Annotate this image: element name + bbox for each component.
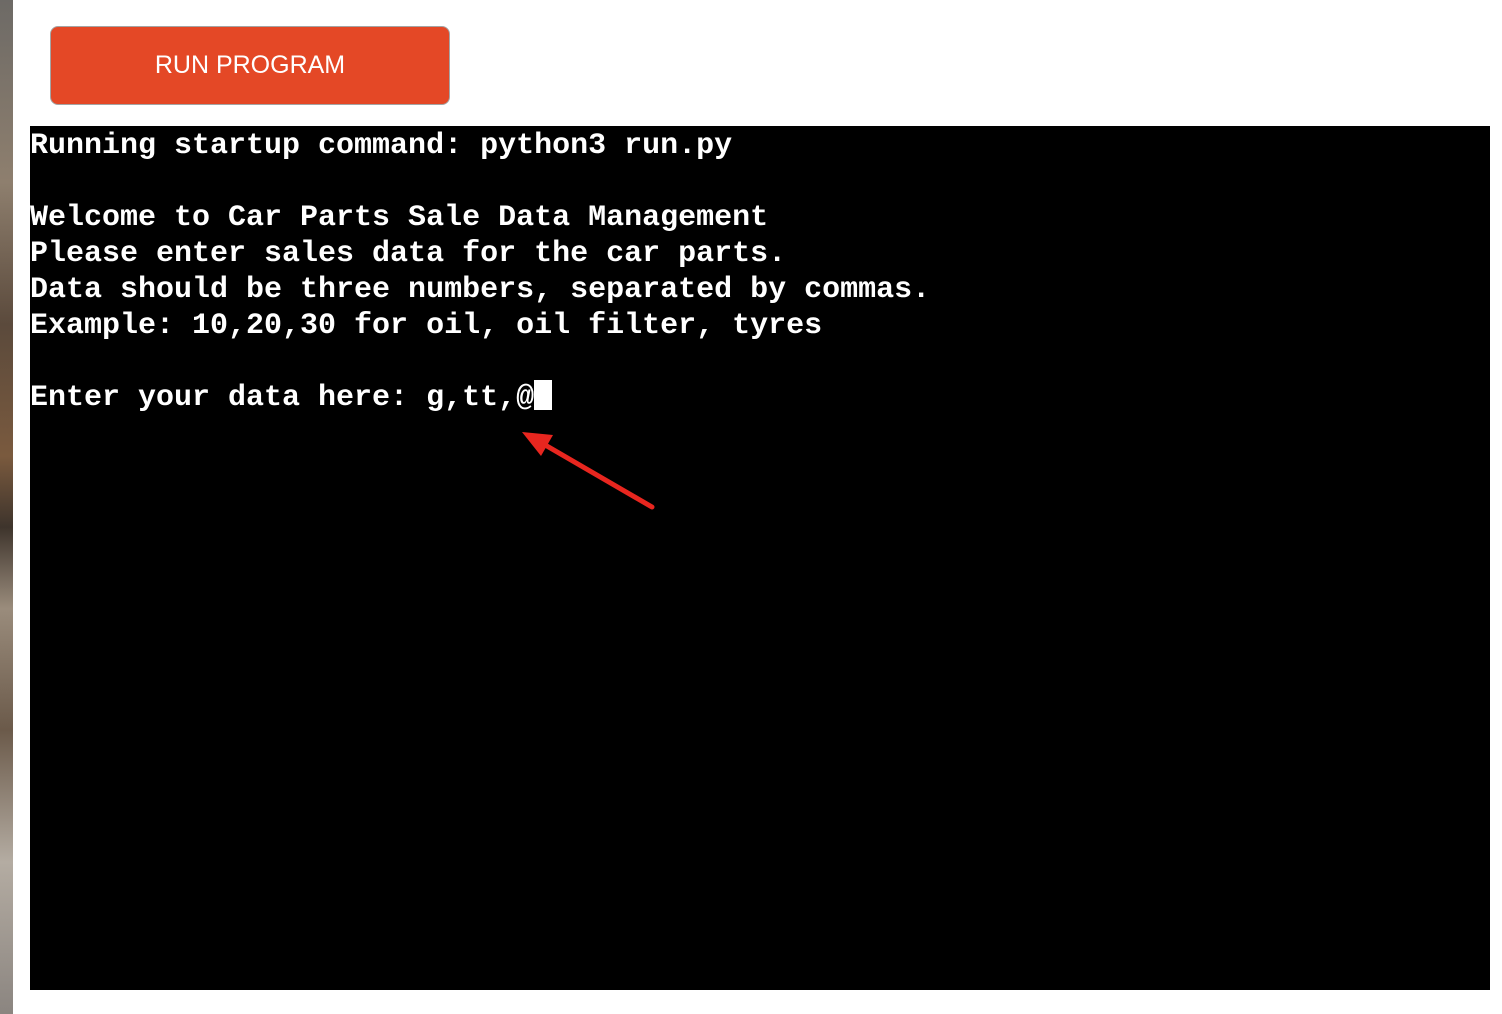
page: RUN PROGRAM Running startup command: pyt… (0, 0, 1502, 1014)
terminal-line-startup: Running startup command: python3 run.py (30, 129, 733, 163)
terminal-prompt: Enter your data here: (30, 381, 427, 415)
terminal-input-value[interactable]: g,tt,@ (426, 381, 534, 415)
terminal-line-instruction: Please enter sales data for the car part… (30, 237, 787, 271)
terminal-cursor (534, 380, 553, 410)
terminal-line-welcome: Welcome to Car Parts Sale Data Managemen… (30, 201, 769, 235)
run-program-label: RUN PROGRAM (154, 51, 346, 79)
terminal[interactable]: Running startup command: python3 run.py … (30, 126, 1490, 990)
run-program-button[interactable]: RUN PROGRAM (50, 26, 450, 105)
terminal-input-line[interactable]: Enter your data here: g,tt,@ (30, 380, 1490, 416)
background-image-edge (0, 0, 13, 1014)
terminal-line-example: Example: 10,20,30 for oil, oil filter, t… (30, 309, 823, 343)
terminal-line-format: Data should be three numbers, separated … (30, 273, 931, 307)
